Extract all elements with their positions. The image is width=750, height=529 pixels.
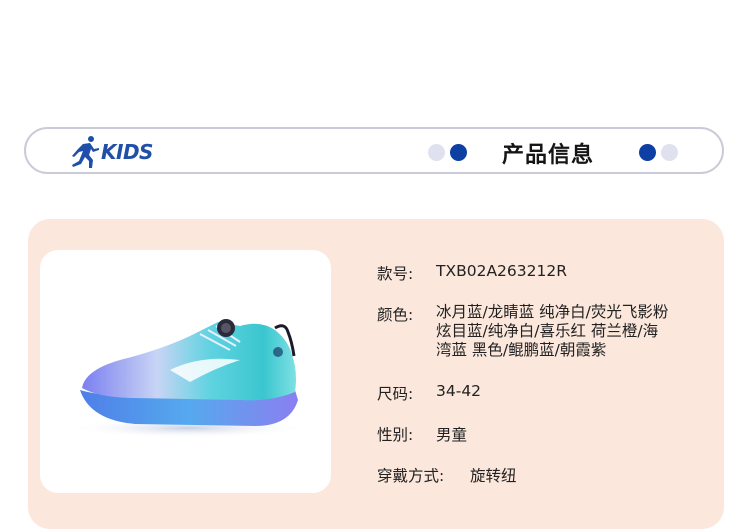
spec-size-label: 尺码:: [377, 385, 414, 403]
spec-fastening-label: 穿戴方式:: [377, 467, 445, 485]
spec-color-value: 冰月蓝/龙睛蓝 纯净白/荧光飞影粉 炫目蓝/纯净白/喜乐红 荷兰橙/海 湾蓝 黑…: [436, 303, 668, 360]
product-image[interactable]: [40, 250, 331, 493]
section-title: 产品信息: [502, 143, 595, 168]
spec-color-line: 湾蓝 黑色/鲲鹏蓝/朝霞紫: [436, 341, 607, 359]
spec-fastening-value: 旋转纽: [470, 467, 517, 485]
decor-dot-light-icon: [428, 144, 445, 161]
spec-size-value: 34-42: [436, 382, 482, 400]
spec-color-line: 炫目蓝/纯净白/喜乐红 荷兰橙/海: [436, 322, 659, 340]
spec-gender-value: 男童: [436, 426, 468, 444]
header-bar: KIDS 产品信息: [24, 127, 724, 174]
decor-dot-dark-icon: [450, 144, 467, 161]
brand-logo[interactable]: KIDS: [70, 135, 153, 168]
spec-article-value: TXB02A263212R: [436, 262, 567, 280]
brand-text: KIDS: [101, 139, 153, 164]
product-info-card: 款号: TXB02A263212R 颜色: 冰月蓝/龙睛蓝 纯净白/荧光飞影粉 …: [28, 219, 724, 529]
decor-dot-light-icon: [661, 144, 678, 161]
running-shoe-image: [70, 319, 306, 438]
spec-color-label: 颜色:: [377, 306, 414, 324]
spec-color-line: 冰月蓝/龙睛蓝 纯净白/荧光飞影粉: [436, 303, 669, 321]
spec-gender-label: 性别:: [377, 426, 414, 444]
decor-dot-dark-icon: [639, 144, 656, 161]
qiaodan-runner-icon: [72, 136, 99, 168]
spec-article-label: 款号:: [377, 265, 414, 283]
